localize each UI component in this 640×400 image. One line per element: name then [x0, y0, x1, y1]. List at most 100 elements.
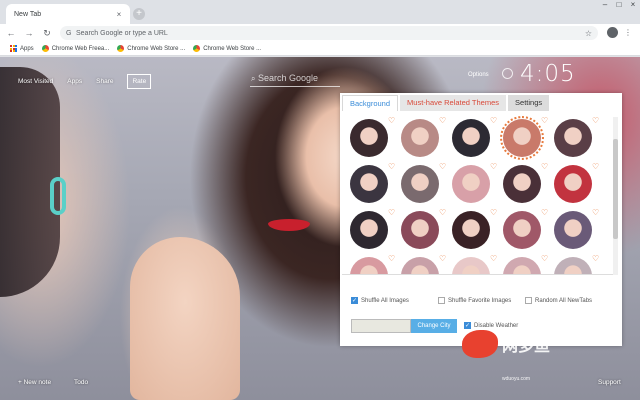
- favorite-heart-icon[interactable]: ♡: [490, 255, 498, 263]
- omnibox-placeholder: Search Google or type a URL: [76, 29, 168, 37]
- background-thumbnail[interactable]: [350, 211, 388, 249]
- favorite-heart-icon[interactable]: ♡: [388, 163, 396, 171]
- favorite-heart-icon[interactable]: ♡: [541, 117, 549, 125]
- gear-icon[interactable]: [502, 68, 513, 79]
- random-newtabs-checkbox[interactable]: [525, 297, 532, 304]
- menu-icon[interactable]: ⋮: [624, 26, 632, 39]
- tab-background[interactable]: Background: [342, 95, 399, 111]
- background-thumbnail[interactable]: [554, 119, 592, 157]
- background-thumbnail[interactable]: [401, 257, 439, 274]
- disable-weather-checkbox[interactable]: ✓: [464, 322, 471, 329]
- background-thumbnail[interactable]: [350, 257, 388, 274]
- favorite-heart-icon[interactable]: ♡: [592, 163, 600, 171]
- background-thumbnail[interactable]: [452, 119, 490, 157]
- favorite-heart-icon[interactable]: ♡: [592, 209, 600, 217]
- top-nav: Most Visited Apps Share Rate: [18, 74, 152, 89]
- forward-arrow-icon[interactable]: →: [22, 26, 36, 40]
- wallpaper-earring: [50, 177, 66, 215]
- omnibox[interactable]: G Search Google or type a URL ☆: [60, 26, 598, 40]
- todo-link[interactable]: Todo: [74, 379, 88, 386]
- bookmark-item[interactable]: Chrome Web Store ...: [117, 45, 185, 52]
- favorite-heart-icon[interactable]: ♡: [439, 117, 447, 125]
- star-icon[interactable]: ☆: [585, 29, 592, 38]
- background-thumbnail[interactable]: [401, 119, 439, 157]
- shuffle-favorite-checkbox[interactable]: [438, 297, 445, 304]
- bookmark-item[interactable]: Chrome Web Store ...: [193, 45, 261, 52]
- support-link[interactable]: Support: [598, 379, 621, 386]
- tab-settings[interactable]: Settings: [508, 95, 550, 111]
- maximize-icon[interactable]: □: [612, 0, 626, 12]
- background-thumbnail[interactable]: [452, 257, 490, 274]
- share-link[interactable]: Share: [96, 78, 113, 85]
- most-visited-link[interactable]: Most Visited: [18, 78, 53, 85]
- wallpaper-lips: [268, 219, 310, 231]
- apps-link[interactable]: Apps: [67, 78, 82, 85]
- background-thumbnail[interactable]: [503, 211, 541, 249]
- background-thumbnail[interactable]: [452, 211, 490, 249]
- favorite-heart-icon[interactable]: ♡: [541, 163, 549, 171]
- search-icon[interactable]: ⌕: [251, 74, 255, 84]
- favorite-heart-icon[interactable]: ♡: [490, 117, 498, 125]
- watermark: 网多鱼: [462, 330, 550, 358]
- favorite-heart-icon[interactable]: ♡: [592, 255, 600, 263]
- clock: 4:05: [520, 61, 576, 87]
- google-g-icon: G: [66, 29, 72, 37]
- checkbox-label: Shuffle Favorite Images: [448, 297, 512, 304]
- background-thumbnail[interactable]: [503, 165, 541, 203]
- bookmarks-bar: Apps Chrome Web Freea... Chrome Web Stor…: [0, 42, 640, 56]
- background-thumbnail[interactable]: [554, 257, 592, 274]
- back-arrow-icon[interactable]: ←: [4, 26, 18, 40]
- background-thumbnail[interactable]: [500, 116, 544, 160]
- favorite-heart-icon[interactable]: ♡: [388, 209, 396, 217]
- chrome-web-store-icon: [117, 45, 125, 52]
- profile-icon[interactable]: [607, 27, 618, 38]
- rate-button[interactable]: Rate: [127, 74, 152, 89]
- tab-new-tab[interactable]: New Tab ×: [6, 4, 130, 24]
- background-thumbnail[interactable]: [554, 165, 592, 203]
- background-thumbnail[interactable]: [401, 165, 439, 203]
- bookmark-item[interactable]: Chrome Web Freea...: [41, 45, 109, 52]
- favorite-heart-icon[interactable]: ♡: [592, 117, 600, 125]
- tab-title: New Tab: [14, 10, 42, 18]
- close-window-icon[interactable]: ×: [626, 0, 640, 12]
- panel-tabs: Background Must-have Related Themes Sett…: [342, 95, 551, 111]
- scrollbar-thumb[interactable]: [613, 139, 618, 239]
- favorite-heart-icon[interactable]: ♡: [439, 255, 447, 263]
- chrome-web-store-icon: [41, 45, 49, 52]
- background-thumbnail[interactable]: [452, 165, 490, 203]
- browser-toolbar: ← → ↻ G Search Google or type a URL ☆ ⋮: [0, 24, 640, 42]
- new-tab-button[interactable]: +: [133, 8, 145, 20]
- background-thumbnail[interactable]: [554, 211, 592, 249]
- bookmark-apps[interactable]: Apps: [10, 45, 34, 52]
- reload-icon[interactable]: ↻: [40, 26, 54, 40]
- shuffle-all-option[interactable]: ✓ Shuffle All Images: [351, 297, 409, 304]
- favorite-heart-icon[interactable]: ♡: [541, 255, 549, 263]
- tab-related-themes[interactable]: Must-have Related Themes: [400, 95, 507, 111]
- background-thumbnail[interactable]: [401, 211, 439, 249]
- disable-weather-option[interactable]: ✓ Disable Weather: [464, 322, 518, 329]
- minimize-icon[interactable]: –: [598, 0, 612, 12]
- new-note-link[interactable]: + New note: [18, 379, 51, 386]
- chrome-web-store-icon: [193, 45, 201, 52]
- favorite-heart-icon[interactable]: ♡: [439, 163, 447, 171]
- shuffle-all-checkbox[interactable]: ✓: [351, 297, 358, 304]
- options-link[interactable]: Options: [468, 72, 489, 78]
- background-thumbnail[interactable]: [350, 119, 388, 157]
- favorite-heart-icon[interactable]: ♡: [490, 163, 498, 171]
- city-input[interactable]: [351, 319, 411, 333]
- background-thumbnail[interactable]: [503, 257, 541, 274]
- background-thumbnail[interactable]: [350, 165, 388, 203]
- search-input[interactable]: Search Google: [250, 67, 340, 87]
- random-newtabs-option[interactable]: Random All NewTabs: [525, 297, 592, 304]
- fish-logo-icon: [462, 330, 498, 358]
- watermark-text: 网多鱼: [502, 338, 551, 355]
- change-city-button[interactable]: Change City: [411, 319, 457, 333]
- favorite-heart-icon[interactable]: ♡: [439, 209, 447, 217]
- favorite-heart-icon[interactable]: ♡: [388, 255, 396, 263]
- favorite-heart-icon[interactable]: ♡: [541, 209, 549, 217]
- favorite-heart-icon[interactable]: ♡: [388, 117, 396, 125]
- wallpaper-hand: [130, 237, 240, 400]
- shuffle-favorite-option[interactable]: Shuffle Favorite Images: [438, 297, 511, 304]
- close-icon[interactable]: ×: [112, 10, 126, 19]
- favorite-heart-icon[interactable]: ♡: [490, 209, 498, 217]
